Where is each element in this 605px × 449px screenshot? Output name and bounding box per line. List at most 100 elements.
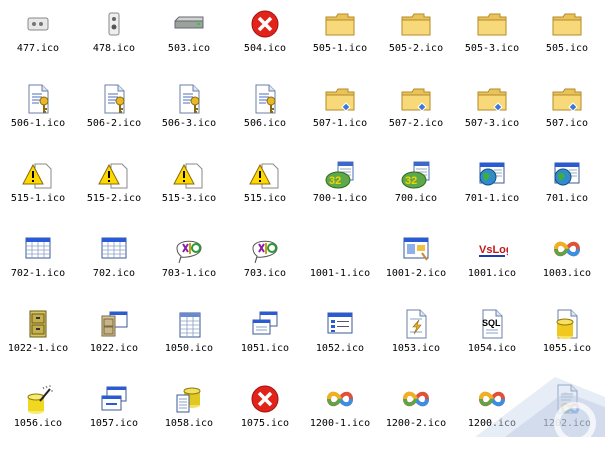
file-item[interactable]: 507-1.ico [302, 75, 378, 149]
file-item[interactable]: 1050.ico [151, 300, 227, 374]
icon-grid: 477.ico 478.ico 503.ico 504.ico 505-1.ico 505… [0, 0, 605, 437]
file-item[interactable]: 503.ico [151, 0, 227, 74]
error-icon [249, 8, 281, 40]
file-item[interactable]: 507.ico [529, 75, 605, 149]
file-item[interactable]: 505-3.ico [454, 0, 530, 74]
file-name-label: 1052.ico [315, 343, 365, 354]
file-item[interactable]: 507-3.ico [454, 75, 530, 149]
key-document-icon [173, 83, 205, 115]
file-item[interactable]: 506-3.ico [151, 75, 227, 149]
file-name-label: 1055.ico [542, 343, 592, 354]
file-name-label: 1202.ico [542, 418, 592, 429]
file-item[interactable]: 702.ico [76, 225, 152, 299]
file-item[interactable]: 1001-2.ico [378, 225, 454, 299]
file-item[interactable]: 1055.ico [529, 300, 605, 374]
file-item[interactable]: 504.ico [227, 0, 303, 74]
file-item[interactable]: 477.ico [0, 0, 76, 74]
file-name-label: 506-3.ico [161, 118, 217, 129]
file-name-label: 507-1.ico [312, 118, 368, 129]
file-item[interactable]: 1022.ico [76, 300, 152, 374]
magic-database-icon [22, 383, 54, 415]
file-name-label: 703-1.ico [161, 268, 217, 279]
key-document-icon [22, 83, 54, 115]
file-item[interactable]: 1075.ico [227, 375, 303, 449]
file-name-label: 505-2.ico [388, 43, 444, 54]
drive-icon [22, 8, 54, 40]
cabinet-window-icon [98, 308, 130, 340]
file-item[interactable]: SQL 1054.ico [454, 300, 530, 374]
windows-stack-icon [249, 308, 281, 340]
file-item[interactable]: 506-2.ico [76, 75, 152, 149]
file-item[interactable]: 505.ico [529, 0, 605, 74]
file-item[interactable]: 703.ico [227, 225, 303, 299]
svg-text:SQL: SQL [482, 318, 501, 328]
folder-icon [476, 8, 508, 40]
key-document-icon [249, 83, 281, 115]
vslog-icon: VsLog [476, 233, 508, 265]
folder-icon [400, 8, 432, 40]
file-name-label: 505-1.ico [312, 43, 368, 54]
file-name-label: 1050.ico [164, 343, 214, 354]
file-item[interactable]: 505-2.ico [378, 0, 454, 74]
file-item[interactable]: 1058.ico [151, 375, 227, 449]
hard-drive-icon [173, 8, 205, 40]
filing-cabinet-icon [22, 308, 54, 340]
file-item[interactable]: 478.ico [76, 0, 152, 74]
file-item[interactable]: 1053.ico [378, 300, 454, 374]
svg-text:32: 32 [405, 175, 417, 187]
file-name-label: 1200-1.ico [309, 418, 371, 429]
file-item[interactable]: 1022-1.ico [0, 300, 76, 374]
file-item[interactable]: 1202.ico [529, 375, 605, 449]
device-icon [98, 8, 130, 40]
file-item[interactable]: 32 700-1.ico [302, 150, 378, 224]
file-item[interactable]: 1057.ico [76, 375, 152, 449]
file-item[interactable]: 506-1.ico [0, 75, 76, 149]
folder-icon [551, 8, 583, 40]
file-item[interactable]: VsLog1001.ico [454, 225, 530, 299]
file-item[interactable]: 1003.ico [529, 225, 605, 299]
svg-text:VsLog: VsLog [479, 244, 508, 256]
globe-window-icon [551, 158, 583, 190]
file-item[interactable]: 703-1.ico [151, 225, 227, 299]
app-window-icon [400, 233, 432, 265]
shared-folder-icon [476, 83, 508, 115]
file-item[interactable]: 1001-1.ico [302, 225, 378, 299]
file-item[interactable]: 1200-1.ico [302, 375, 378, 449]
speech-bubble-icon [249, 233, 281, 265]
file-item[interactable]: 701-1.ico [454, 150, 530, 224]
sql-document-icon: SQL [476, 308, 508, 340]
list-window-icon [324, 308, 356, 340]
file-item[interactable]: 507-2.ico [378, 75, 454, 149]
file-item[interactable]: 1200.ico [454, 375, 530, 449]
lightning-document-icon [400, 308, 432, 340]
file-name-label: 1200-2.ico [385, 418, 447, 429]
key-document-icon [98, 83, 130, 115]
file-item[interactable]: 506.ico [227, 75, 303, 149]
file-name-label: 515-3.ico [161, 193, 217, 204]
file-item[interactable]: 702-1.ico [0, 225, 76, 299]
file-item[interactable]: 701.ico [529, 150, 605, 224]
calendar-32-icon: 32 [324, 158, 356, 190]
file-item[interactable]: 515-1.ico [0, 150, 76, 224]
file-item[interactable]: 1056.ico [0, 375, 76, 449]
infinity-icon [551, 233, 583, 265]
file-name-label: 1058.ico [164, 418, 214, 429]
file-item[interactable]: 515-2.ico [76, 150, 152, 224]
file-item[interactable]: 32 700.ico [378, 150, 454, 224]
file-name-label: 503.ico [167, 43, 211, 54]
file-item[interactable]: 505-1.ico [302, 0, 378, 74]
file-name-label: 507-2.ico [388, 118, 444, 129]
window-stack-icon [98, 383, 130, 415]
spreadsheet-window-icon [22, 233, 54, 265]
file-name-label: 700-1.ico [312, 193, 368, 204]
svg-text:32: 32 [329, 175, 341, 187]
blank-icon [324, 233, 356, 265]
file-item[interactable]: 1051.ico [227, 300, 303, 374]
file-item[interactable]: 1052.ico [302, 300, 378, 374]
database-stack-icon [173, 383, 205, 415]
file-item[interactable]: 515.ico [227, 150, 303, 224]
file-item[interactable]: 1200-2.ico [378, 375, 454, 449]
file-item[interactable]: 515-3.ico [151, 150, 227, 224]
infinity-icon [476, 383, 508, 415]
database-document-icon [551, 308, 583, 340]
